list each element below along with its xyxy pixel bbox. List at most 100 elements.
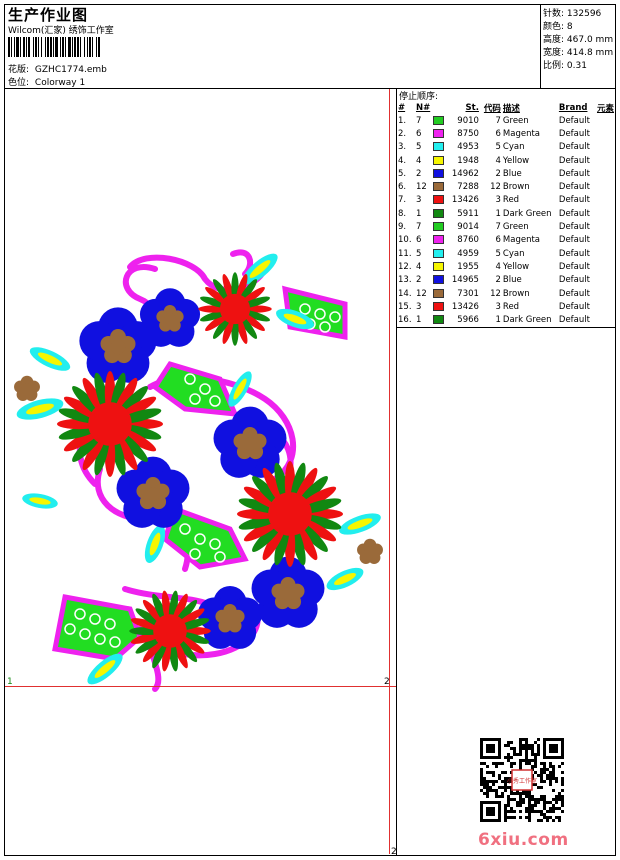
site-logo: 6xiu.com	[478, 830, 569, 850]
table-row: 16. 1 5966 1 Dark Green Default	[397, 313, 615, 326]
table-row: 12. 4 1955 4 Yellow Default	[397, 260, 615, 273]
row-code: 3	[495, 301, 501, 312]
row-needle: 12	[415, 288, 427, 299]
row-desc: Magenta	[502, 235, 541, 246]
row-code: 7	[495, 115, 501, 126]
row-element	[596, 260, 615, 273]
row-element	[596, 127, 615, 140]
row-index: 15.	[398, 301, 412, 312]
row-brand: Default	[558, 142, 590, 153]
row-brand: Default	[558, 301, 590, 312]
stat-stitches: 针数: 132596	[543, 6, 601, 19]
row-element	[596, 287, 615, 300]
row-index: 13.	[398, 275, 412, 286]
row-element	[596, 313, 615, 326]
design-file-label: 花版:	[8, 65, 30, 75]
table-row: 5. 2 14962 2 Blue Default	[397, 167, 615, 180]
row-code: 4	[495, 261, 501, 272]
row-swatch	[432, 194, 448, 207]
stats-divider	[540, 4, 541, 88]
row-desc: Green	[502, 115, 529, 126]
ribbon-band	[52, 594, 143, 662]
row-stitches: 8750	[457, 128, 479, 139]
row-needle: 5	[415, 142, 422, 153]
row-index: 3.	[398, 142, 407, 153]
row-needle: 6	[415, 235, 422, 246]
row-needle: 3	[415, 301, 422, 312]
row-stitches: 13426	[451, 195, 479, 206]
row-brand: Default	[558, 195, 590, 206]
color-swatch	[432, 168, 444, 178]
ribbon-band	[151, 361, 239, 417]
stat-value: 414.8 mm	[566, 48, 614, 58]
table-row: 11. 5 4959 5 Cyan Default	[397, 247, 615, 260]
brown-center	[164, 313, 176, 325]
row-index: 1.	[398, 115, 407, 126]
row-code: 6	[495, 128, 501, 139]
row-brand: Default	[558, 315, 590, 326]
red-horizontal-guide	[5, 686, 396, 687]
design-file-value: GZHC1774.emb	[34, 65, 107, 75]
row-desc: Yellow	[502, 261, 530, 272]
row-brand: Default	[558, 168, 590, 179]
color-swatch	[432, 315, 444, 325]
row-desc: Red	[502, 195, 520, 206]
row-needle: 2	[415, 275, 422, 286]
stat-label: 高度:	[543, 35, 565, 45]
row-needle: 12	[415, 182, 427, 193]
row-desc: Blue	[502, 168, 522, 179]
colorway-label: 色位:	[8, 78, 30, 88]
qr-stamp-text: 小秀工作室	[507, 777, 537, 785]
table-row: 1. 7 9010 7 Green Default	[397, 114, 615, 127]
row-swatch	[432, 114, 448, 127]
color-swatch	[432, 248, 444, 258]
row-desc: Brown	[502, 182, 530, 193]
col-code-header: 代码	[483, 103, 501, 114]
row-stitches: 13426	[451, 301, 479, 312]
row-swatch	[432, 247, 448, 260]
table-header-row: # N# St. 代码 描述 Brand 元素	[397, 101, 615, 114]
table-row: 3. 5 4953 5 Cyan Default	[397, 141, 615, 154]
color-swatch	[432, 182, 444, 192]
stop-sequence-table: # N# St. 代码 描述 Brand 元素 1. 7 9010 7 Green Def…	[397, 101, 615, 327]
company-name: Wilcom(汇家) 绣饰工作室	[8, 26, 114, 36]
row-index: 16.	[398, 315, 412, 326]
row-desc: Yellow	[502, 155, 530, 166]
colorway-row: 色位: Colorway 1	[8, 75, 85, 88]
row-brand: Default	[558, 248, 590, 259]
col-needle-header: N#	[415, 102, 431, 113]
row-index: 6.	[398, 182, 407, 193]
row-stitches: 4959	[457, 248, 479, 259]
stat-height: 高度: 467.0 mm	[543, 32, 613, 45]
row-needle: 4	[415, 155, 422, 166]
table-row: 2. 6 8750 6 Magenta Default	[397, 127, 615, 140]
color-swatch	[432, 275, 444, 285]
row-brand: Default	[558, 222, 590, 233]
embroidery-design-preview: 1 2 2	[5, 89, 396, 854]
row-code: 12	[490, 182, 501, 193]
row-code: 2	[495, 168, 501, 179]
row-brand: Default	[558, 182, 590, 193]
color-swatch	[432, 208, 444, 218]
starburst-center	[268, 492, 312, 536]
brown-flower-center	[21, 383, 33, 395]
row-desc: Cyan	[502, 142, 525, 153]
row-index: 10.	[398, 235, 412, 246]
row-code: 3	[495, 195, 501, 206]
row-stitches: 7288	[457, 182, 479, 193]
color-swatch	[432, 115, 444, 125]
row-index: 2.	[398, 128, 407, 139]
color-swatch	[432, 288, 444, 298]
row-element	[596, 167, 615, 180]
barcode	[8, 37, 100, 57]
row-element	[596, 220, 615, 233]
row-code: 4	[495, 155, 501, 166]
color-swatch	[432, 195, 444, 205]
row-brand: Default	[558, 115, 590, 126]
row-swatch	[432, 154, 448, 167]
row-element	[596, 154, 615, 167]
table-row: 15. 3 13426 3 Red Default	[397, 300, 615, 313]
row-brand: Default	[558, 128, 590, 139]
row-index: 11.	[398, 248, 412, 259]
row-needle: 2	[415, 168, 422, 179]
